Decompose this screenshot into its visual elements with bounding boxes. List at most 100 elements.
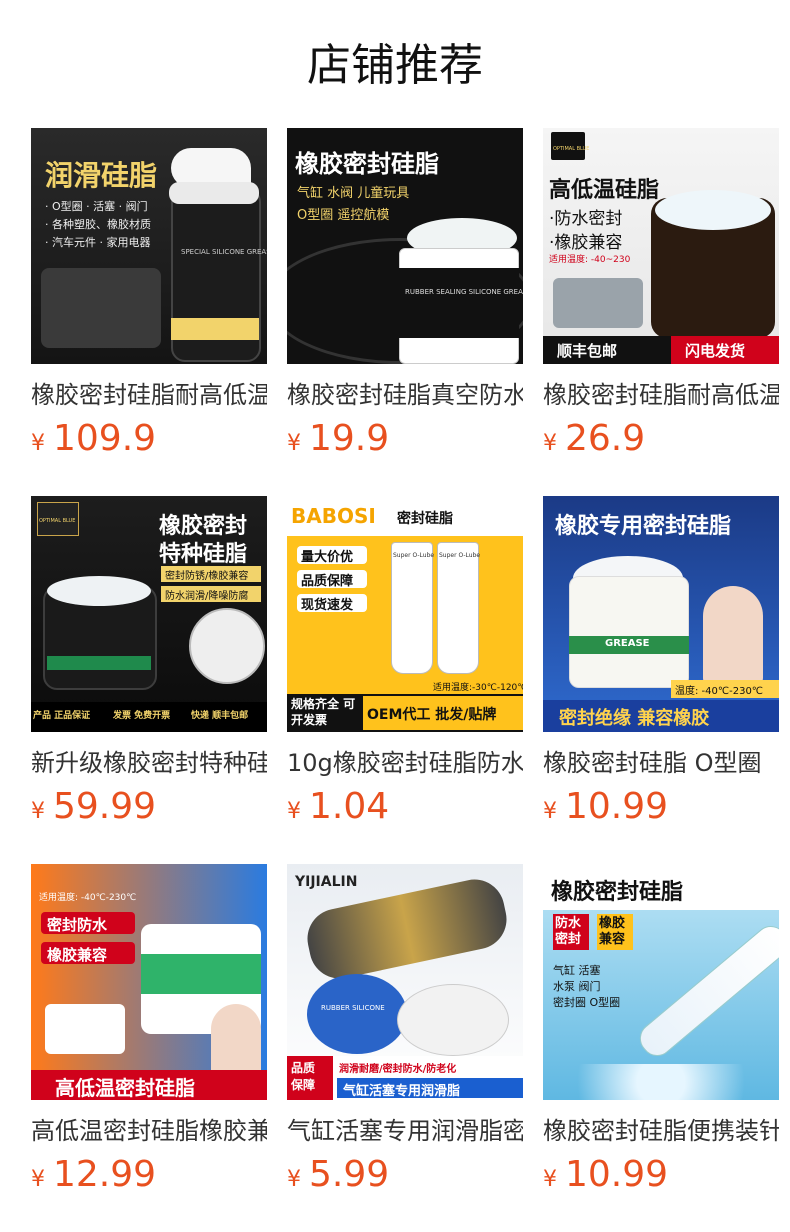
thumb-line: 水泵 阀门: [553, 980, 601, 993]
product-card[interactable]: 橡胶密封硅脂 气缸 水阀 儿童玩具 O型圈 遥控航模 RUBBER SEALIN…: [287, 128, 523, 496]
thumb-line: O型圈 遥控航模: [297, 208, 390, 223]
grease-sample: [189, 608, 265, 684]
product-image[interactable]: 橡胶专用密封硅脂 GREASE 温度: -40℃-230℃ 密封绝缘 兼容橡胶: [543, 496, 779, 732]
jar-label: RUBBER SEALING SILICONE GREASE: [405, 288, 523, 296]
footer-item: 产品 正品保证: [33, 711, 91, 721]
product-image[interactable]: 润滑硅脂 · O型圈 · 活塞 · 阀门 · 各种塑胶、橡胶材质 · 汽车元件 …: [31, 128, 267, 364]
currency-symbol: ¥: [287, 431, 301, 456]
product-name[interactable]: 橡胶密封硅脂 O型圈: [543, 746, 779, 780]
thumb-headline: 高低温硅脂: [549, 178, 660, 203]
badge-fast: 闪电发货: [685, 342, 746, 360]
product-name[interactable]: 10g橡胶密封硅脂防水: [287, 746, 523, 780]
currency-symbol: ¥: [287, 799, 301, 824]
thumb-headline: 密封硅脂: [397, 511, 453, 527]
tube-label: Super O-Lube: [439, 552, 481, 559]
jar-stripe: [171, 318, 259, 340]
product-card[interactable]: OPTIMAL BLUE 橡胶密封 特种硅脂 密封防锈/橡胶兼容 防水润滑/降噪…: [31, 496, 267, 864]
price-value: 59.99: [53, 786, 157, 827]
tube: [391, 542, 433, 674]
grease-dish: [397, 984, 509, 1056]
thumb-temp: 温度: -40℃-230℃: [675, 686, 764, 697]
water-splash: [543, 1064, 779, 1100]
thumb-line: 量大价优: [301, 550, 354, 565]
thumb-temp: 适用温度: -40℃-230℃: [39, 893, 137, 903]
product-image[interactable]: 橡胶密封硅脂 防水 密封 橡胶 兼容 气缸 活塞 水泵 阀门 密封圈 O型圈: [543, 864, 779, 1100]
product-price: ¥ 109.9: [31, 418, 156, 459]
thumb-headline-2: 特种硅脂: [159, 542, 248, 567]
section-title: 店铺推荐: [307, 40, 483, 91]
currency-symbol: ¥: [31, 431, 45, 456]
tube-label: Super O-Lube: [393, 552, 435, 559]
brand-label: OPTIMAL BLUE: [39, 518, 76, 524]
product-name[interactable]: 橡胶密封硅脂真空防水: [287, 378, 523, 412]
product-price: ¥ 26.9: [543, 418, 645, 459]
price-value: 1.04: [309, 786, 390, 827]
thumb-line: 密封防水: [47, 916, 108, 934]
thumb-line: ·橡胶兼容: [549, 233, 623, 253]
badge-quality: 品质 保障: [291, 1061, 316, 1092]
product-image[interactable]: 橡胶密封硅脂 气缸 水阀 儿童玩具 O型圈 遥控航模 RUBBER SEALIN…: [287, 128, 523, 364]
thumb-line: 橡胶兼容: [47, 946, 108, 964]
price-value: 10.99: [565, 786, 669, 827]
product-card[interactable]: 橡胶密封硅脂 防水 密封 橡胶 兼容 气缸 活塞 水泵 阀门 密封圈 O型圈 橡…: [543, 864, 779, 1232]
product-card[interactable]: 润滑硅脂 · O型圈 · 活塞 · 阀门 · 各种塑胶、橡胶材质 · 汽车元件 …: [31, 128, 267, 496]
spokesperson: [703, 586, 763, 686]
product-image[interactable]: BABOSI 密封硅脂 量大价优 品质保障 现货速发 Super O-Lube …: [287, 496, 523, 732]
parts-illustration: [41, 268, 161, 348]
currency-symbol: ¥: [31, 799, 45, 824]
product-card[interactable]: 橡胶专用密封硅脂 GREASE 温度: -40℃-230℃ 密封绝缘 兼容橡胶 …: [543, 496, 779, 864]
thumb-line: ·防水密封: [549, 209, 623, 229]
thumb-temp: 适用温度: -40~230: [549, 255, 631, 265]
product-grid: 润滑硅脂 · O型圈 · 活塞 · 阀门 · 各种塑胶、橡胶材质 · 汽车元件 …: [31, 128, 779, 1232]
jar: [569, 576, 689, 688]
tube: [437, 542, 479, 674]
product-name[interactable]: 新升级橡胶密封特种硅脂: [31, 746, 267, 780]
product-name[interactable]: 橡胶密封硅脂耐高低温: [31, 378, 267, 412]
product-image[interactable]: OPTIMAL BLUE 橡胶密封 特种硅脂 密封防锈/橡胶兼容 防水润滑/降噪…: [31, 496, 267, 732]
thumb-line: 密封防锈/橡胶兼容: [165, 571, 249, 582]
brand-label: OPTIMAL BLUE: [553, 146, 590, 152]
jar-label: RUBBER SILICONE: [321, 1004, 385, 1012]
jar: [307, 974, 407, 1054]
product-image[interactable]: YIJIALIN RUBBER SILICONE 品质 保障 润滑耐磨/密封防水…: [287, 864, 523, 1100]
thumb-line: · 各种塑胶、橡胶材质: [45, 218, 151, 231]
product-price: ¥ 10.99: [543, 786, 668, 827]
jar-label-band: [141, 954, 261, 994]
brand: YIJIALIN: [295, 874, 358, 890]
product-card[interactable]: OPTIMAL BLUE 高低温硅脂 ·防水密封 ·橡胶兼容 适用温度: -40…: [543, 128, 779, 496]
product-name[interactable]: 橡胶密封硅脂耐高低温: [543, 378, 779, 412]
tag: 橡胶 兼容: [599, 916, 626, 947]
product-card[interactable]: BABOSI 密封硅脂 量大价优 品质保障 现货速发 Super O-Lube …: [287, 496, 523, 864]
product-card[interactable]: YIJIALIN RUBBER SILICONE 品质 保障 润滑耐磨/密封防水…: [287, 864, 523, 1232]
thumb-headline: 橡胶专用密封硅脂: [555, 514, 732, 539]
product-price: ¥ 19.9: [287, 418, 389, 459]
price-value: 19.9: [309, 418, 390, 459]
footer-right: OEM代工 批发/贴牌: [367, 707, 497, 723]
product-image[interactable]: 适用温度: -40℃-230℃ 密封防水 橡胶兼容 高低温密封硅脂: [31, 864, 267, 1100]
price-value: 109.9: [53, 418, 157, 459]
badge-shipping: 顺丰包邮: [557, 342, 618, 360]
thumb-headline: 润滑硅脂: [45, 159, 158, 192]
product-price: ¥ 10.99: [543, 1154, 668, 1195]
price-value: 26.9: [565, 418, 646, 459]
jar-label: GREASE: [605, 638, 650, 649]
thumb-line: 气缸活塞专用润滑脂: [343, 1084, 461, 1099]
product-name[interactable]: 高低温密封硅脂橡胶兼容: [31, 1114, 267, 1148]
jar-label-band: [399, 268, 519, 338]
tag: 防水 密封: [555, 916, 582, 947]
product-card[interactable]: 适用温度: -40℃-230℃ 密封防水 橡胶兼容 高低温密封硅脂 高低温密封硅…: [31, 864, 267, 1232]
currency-symbol: ¥: [543, 1167, 557, 1192]
thumb-line: 气缸 水阀 儿童玩具: [297, 186, 410, 201]
price-value: 5.99: [309, 1154, 390, 1195]
thumb-line: 防水润滑/降噪防腐: [165, 591, 249, 602]
thermometer-icon: [45, 1004, 125, 1054]
product-name[interactable]: 气缸活塞专用润滑脂密封: [287, 1114, 523, 1148]
cylinder-illustration: [553, 278, 643, 328]
product-image[interactable]: OPTIMAL BLUE 高低温硅脂 ·防水密封 ·橡胶兼容 适用温度: -40…: [543, 128, 779, 364]
product-name[interactable]: 橡胶密封硅脂便携装针管: [543, 1114, 779, 1148]
product-price: ¥ 5.99: [287, 1154, 389, 1195]
product-price: ¥ 59.99: [31, 786, 156, 827]
price-value: 12.99: [53, 1154, 157, 1195]
spokesperson: [211, 1004, 261, 1074]
jar-lid: [169, 182, 259, 204]
